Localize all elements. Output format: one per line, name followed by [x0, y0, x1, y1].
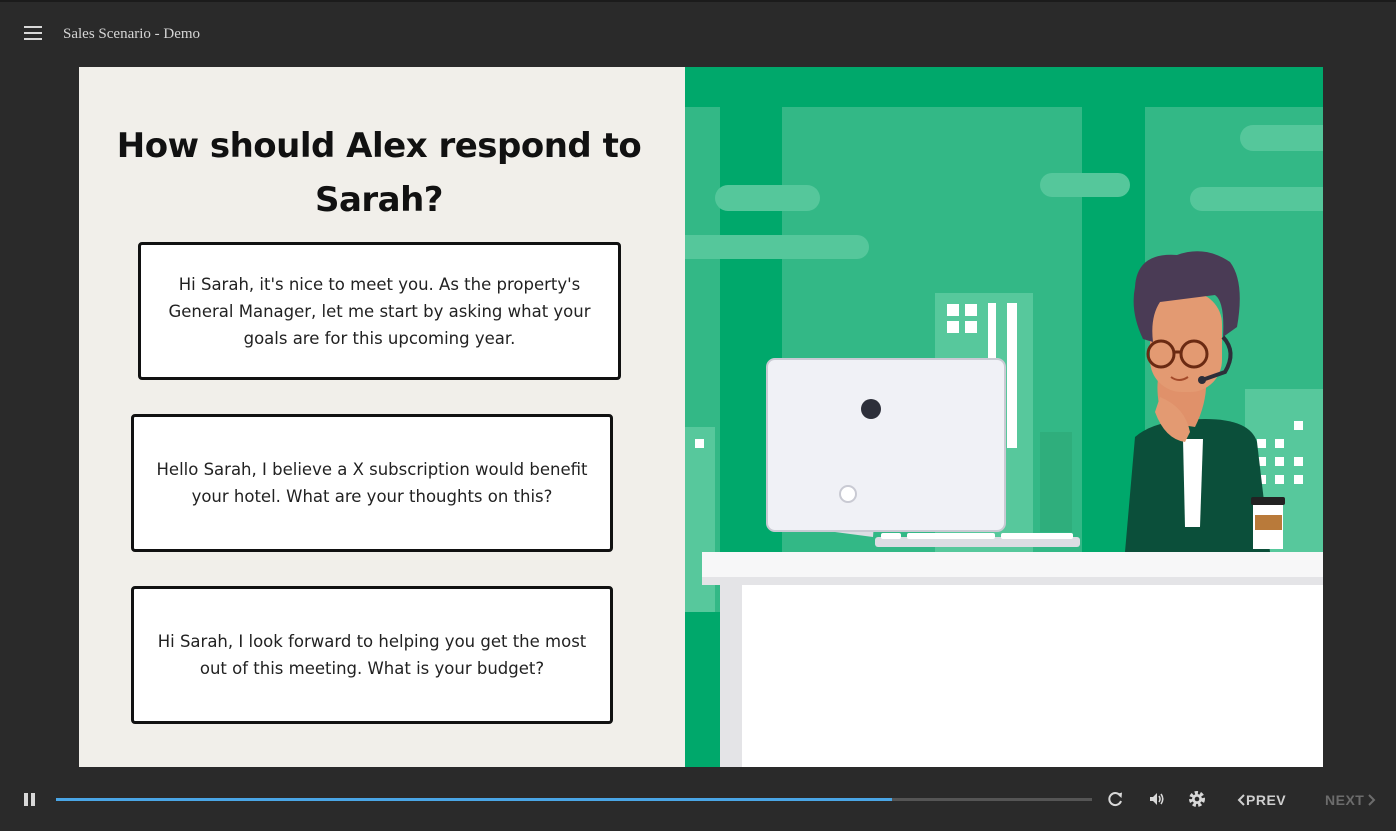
slide: How should Alex respond to Sarah? Hi Sar… [79, 67, 1323, 767]
question-heading: How should Alex respond to Sarah? [116, 126, 642, 220]
player-controls-bar: PREV NEXT [0, 767, 1396, 831]
top-bar: Sales Scenario - Demo [0, 0, 1396, 66]
choice-option-1[interactable]: Hi Sarah, it's nice to meet you. As the … [138, 242, 621, 380]
prev-button-label: PREV [1246, 792, 1287, 808]
chevron-left-icon [1237, 794, 1245, 806]
next-button-label: NEXT [1325, 792, 1365, 808]
replay-icon[interactable] [1106, 789, 1126, 809]
settings-icon[interactable] [1187, 789, 1207, 809]
pause-icon[interactable] [23, 793, 37, 807]
choice-option-3[interactable]: Hi Sarah, I look forward to helping you … [131, 586, 613, 724]
volume-icon[interactable] [1147, 789, 1167, 809]
course-title: Sales Scenario - Demo [63, 26, 201, 42]
chevron-right-icon [1368, 794, 1376, 806]
next-button[interactable]: NEXT [1325, 792, 1377, 808]
office-character-at-desk-illustration [665, 67, 1323, 767]
progress-bar[interactable] [56, 798, 1092, 801]
question-panel: How should Alex respond to Sarah? Hi Sar… [79, 67, 685, 767]
hamburger-menu-icon[interactable] [24, 26, 46, 44]
choice-option-2[interactable]: Hello Sarah, I believe a X subscription … [131, 414, 613, 552]
progress-bar-fill [56, 798, 893, 801]
prev-button[interactable]: PREV [1236, 792, 1286, 808]
